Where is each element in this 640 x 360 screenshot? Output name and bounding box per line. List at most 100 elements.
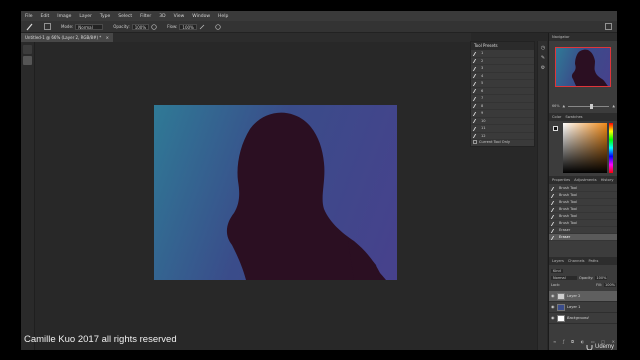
layer-style-icon[interactable]: ƒ (563, 339, 564, 346)
history-list: Brush Tool Brush Tool Brush Tool Brush T… (549, 185, 617, 241)
fill-input[interactable]: 100% (603, 282, 616, 287)
navigator-tabs: Navigator (549, 33, 617, 41)
preset-item[interactable]: 1 (471, 50, 534, 58)
preset-item[interactable]: 5 (471, 80, 534, 88)
menu-bar: File Edit Image Layer Type Select Filter… (21, 11, 617, 21)
history-step[interactable]: Brush Tool (549, 199, 617, 206)
history-step[interactable]: Brush Tool (549, 206, 617, 213)
blend-mode-select[interactable]: Normal (551, 275, 577, 280)
history-tabs: Properties Adjustments History (549, 176, 617, 184)
move-tool-icon[interactable] (23, 45, 32, 54)
brush-tool-icon (550, 214, 558, 219)
document-tab[interactable]: Untitled-1 @ 66% (Layer 2, RGB/8#) * × (21, 33, 113, 42)
menu-3d[interactable]: 3D (155, 14, 169, 19)
preset-item[interactable]: 6 (471, 88, 534, 95)
tab-color[interactable]: Color (552, 113, 561, 121)
brush-preset-picker[interactable] (21, 23, 39, 31)
brush-tool-icon[interactable] (23, 56, 32, 65)
menu-edit[interactable]: Edit (37, 14, 54, 19)
preset-item[interactable]: 11 (471, 125, 534, 133)
menu-view[interactable]: View (170, 14, 189, 19)
preset-item[interactable]: 12 (471, 133, 534, 140)
menu-help[interactable]: Help (214, 14, 232, 19)
flow-input[interactable]: 100% (179, 23, 197, 30)
zoom-in-icon[interactable]: ▲ (612, 104, 615, 108)
menu-select[interactable]: Select (114, 14, 136, 19)
preset-item[interactable]: 2 (471, 58, 534, 65)
mode-group: Mode: Normal (56, 23, 108, 30)
preset-item[interactable]: 9 (471, 110, 534, 118)
pressure-size-toggle[interactable] (210, 23, 226, 30)
tab-channels[interactable]: Channels (568, 257, 585, 265)
menu-file[interactable]: File (21, 14, 37, 19)
color-field[interactable] (563, 123, 607, 173)
zoom-value[interactable]: 66% (552, 104, 560, 108)
adjustment-layer-icon[interactable]: ◐ (581, 339, 585, 346)
history-step[interactable]: Eraser (549, 227, 617, 234)
history-step[interactable]: Brush Tool (549, 185, 617, 192)
layer-opacity-input[interactable]: 100% (595, 275, 608, 280)
close-tab-icon[interactable]: × (106, 35, 109, 40)
layer-name: Background (567, 316, 589, 320)
opacity-group: Opacity: 100% (108, 23, 162, 30)
opacity-input[interactable]: 100% (131, 23, 150, 30)
zoom-slider-knob[interactable] (590, 103, 594, 109)
history-panel-icon[interactable]: ◷ (540, 45, 546, 51)
layer-row-layer-2[interactable]: ◉ Layer 2 (549, 291, 617, 302)
mode-label: Mode: (61, 24, 74, 29)
link-layers-icon[interactable]: ∞ (553, 339, 556, 346)
visibility-eye-icon[interactable]: ◉ (551, 294, 555, 298)
layer-name: Layer 1 (567, 305, 581, 309)
brush-settings-icon[interactable]: ✎ (540, 55, 546, 61)
preset-item[interactable]: 3 (471, 65, 534, 73)
pressure-opacity-icon[interactable] (151, 23, 157, 30)
tab-adjustments[interactable]: Adjustments (574, 176, 597, 184)
navigator-thumbnail[interactable] (555, 47, 611, 87)
toolbar (21, 42, 35, 350)
preset-item[interactable]: 7 (471, 95, 534, 103)
history-step[interactable]: Brush Tool (549, 213, 617, 220)
layer-opacity-label: Opacity: (579, 275, 594, 280)
copyright-watermark: Camille Kuo 2017 all rights reserved (24, 334, 177, 345)
brush-preset-icon (472, 104, 480, 108)
preset-item[interactable]: 10 (471, 118, 534, 125)
layer-row-background[interactable]: ◉ Background (549, 313, 617, 324)
visibility-eye-icon[interactable]: ◉ (551, 316, 555, 320)
menu-window[interactable]: Window (188, 14, 214, 19)
photoshop-window: File Edit Image Layer Type Select Filter… (21, 11, 617, 350)
layer-row-layer-1[interactable]: ◉ Layer 1 (549, 302, 617, 313)
tab-navigator[interactable]: Navigator (552, 33, 570, 41)
hue-slider[interactable] (609, 123, 613, 173)
tab-paths[interactable]: Paths (589, 257, 599, 265)
current-tool-only-toggle[interactable]: Current Tool Only (473, 140, 510, 144)
history-step[interactable]: Brush Tool (549, 192, 617, 199)
flow-label: Flow: (167, 24, 178, 29)
visibility-eye-icon[interactable]: ◉ (551, 305, 555, 309)
tab-history[interactable]: History (601, 176, 614, 184)
menu-filter[interactable]: Filter (136, 14, 155, 19)
brush-panel-toggle[interactable] (39, 23, 56, 30)
brush-preset-icon (472, 119, 480, 123)
preset-item[interactable]: 4 (471, 73, 534, 80)
document-canvas[interactable] (154, 105, 397, 280)
foreground-color-swatch[interactable] (553, 126, 558, 131)
opacity-label: Opacity: (113, 24, 130, 29)
layers-controls: Kind Normal Opacity: 100% Lock: Fill: 10… (551, 267, 616, 288)
mode-select[interactable]: Normal (75, 23, 104, 30)
preset-item[interactable]: 8 (471, 103, 534, 110)
zoom-out-icon[interactable]: ▲ (563, 104, 566, 108)
filter-kind-select[interactable]: Kind (551, 268, 563, 273)
tab-layers[interactable]: Layers (552, 257, 564, 265)
tool-presets-icon[interactable]: ⚙ (540, 65, 546, 71)
menu-image[interactable]: Image (53, 14, 75, 19)
tab-properties[interactable]: Properties (552, 176, 570, 184)
workspace-switcher[interactable] (600, 23, 617, 30)
add-mask-icon[interactable]: ◘ (571, 339, 574, 346)
zoom-slider[interactable] (568, 103, 610, 109)
menu-layer[interactable]: Layer (75, 14, 96, 19)
tab-swatches[interactable]: Swatches (565, 113, 582, 121)
history-step[interactable]: Brush Tool (549, 220, 617, 227)
history-step-selected[interactable]: Eraser (549, 234, 617, 241)
menu-type[interactable]: Type (96, 14, 114, 19)
airbrush-icon[interactable] (199, 24, 205, 30)
